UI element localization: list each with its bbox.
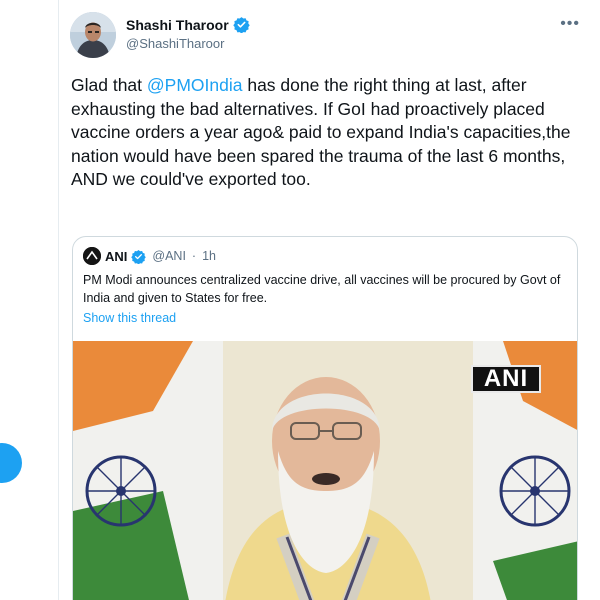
verified-badge-icon [232,16,250,34]
show-thread-link[interactable]: Show this thread [83,311,176,325]
left-rail [0,0,58,600]
quoted-timestamp[interactable]: 1h [202,249,216,263]
compose-fab-button[interactable] [0,443,22,483]
meta-separator: · [191,249,197,263]
quoted-author-avatar[interactable] [83,247,101,265]
verified-badge-icon [131,249,147,264]
author-avatar[interactable] [70,12,116,58]
mention-link[interactable]: @PMOIndia [147,75,243,95]
quoted-tweet-header: ANI @ANI · 1h [83,247,216,265]
author-block: Shashi Tharoor @ShashiTharoor [126,16,250,51]
author-name[interactable]: Shashi Tharoor [126,17,229,33]
quoted-media-image[interactable]: ANI [73,341,577,600]
quoted-tweet-text: PM Modi announces centralized vaccine dr… [83,273,561,305]
author-avatar-image [70,12,116,58]
author-handle[interactable]: @ShashiTharoor [126,36,250,51]
quoted-author-handle[interactable]: @ANI [152,249,186,263]
tweet[interactable]: Shashi Tharoor @ShashiTharoor ••• Glad t… [59,0,600,600]
tweet-text-start: Glad that [71,75,147,95]
quoted-tweet-card[interactable]: ANI @ANI · 1h PM Modi announces centrali… [72,236,578,600]
tweet-text: Glad that @PMOIndia has done the right t… [71,74,576,192]
more-horizontal-icon[interactable]: ••• [560,16,580,32]
quoted-author-name[interactable]: ANI [105,249,127,264]
ani-watermark: ANI [471,365,541,393]
